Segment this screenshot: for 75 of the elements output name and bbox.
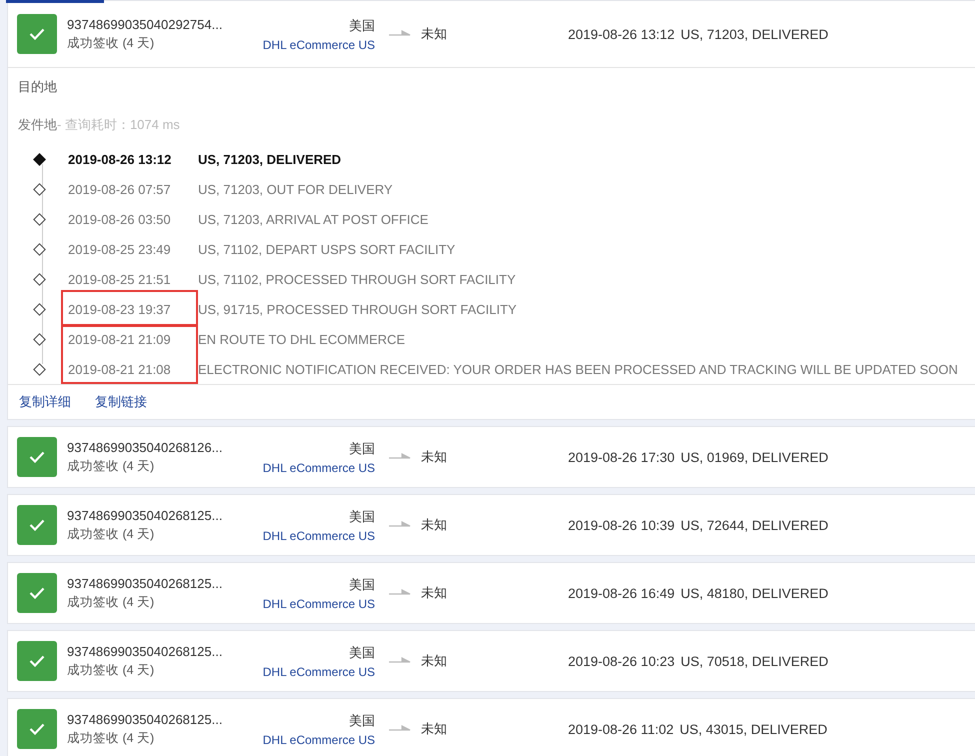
latest-time: 2019-08-26 16:49 — [568, 586, 675, 600]
event-description: US, 71102, DEPART USPS SORT FACILITY — [198, 242, 456, 256]
destination-country: 未知 — [421, 584, 448, 602]
origin-country: 美国 — [349, 508, 375, 526]
status-text: 成功签收 (4 天) — [67, 594, 154, 610]
copy-link[interactable]: 复制详细 — [19, 393, 71, 411]
arrow-icon — [389, 657, 411, 665]
event-description: US, 71203, OUT FOR DELIVERY — [198, 182, 393, 196]
origin-country: 美国 — [349, 644, 375, 662]
destination-country: 未知 — [421, 25, 448, 43]
check-icon — [29, 587, 45, 599]
tracking-number[interactable]: 93748699035040268125... — [67, 712, 222, 726]
tracking-number[interactable]: 93748699035040268125... — [67, 644, 222, 658]
check-icon — [29, 451, 45, 463]
status-text: 成功签收 (4 天) — [67, 662, 154, 678]
event-description: US, 71203, DELIVERED — [198, 152, 342, 166]
tracking-number[interactable]: 93748699035040268125... — [67, 576, 222, 590]
check-icon — [29, 655, 45, 667]
latest-event: US, 48180, DELIVERED — [680, 586, 828, 600]
arrow-icon — [389, 725, 411, 733]
event-time: 2019-08-26 03:50 — [68, 212, 172, 226]
latest-time: 2019-08-26 13:12 — [568, 26, 675, 42]
carrier-name: DHL eCommerce US — [262, 732, 375, 746]
arrow-icon — [389, 30, 411, 38]
tracking-number[interactable]: 93748699035040292754... — [67, 16, 222, 32]
arrow-icon — [389, 521, 411, 529]
latest-event: US, 72644, DELIVERED — [680, 518, 828, 532]
status-text: 成功签收 (4 天) — [67, 526, 154, 542]
event-time: 2019-08-21 21:08 — [68, 362, 172, 376]
destination-country: 未知 — [421, 516, 448, 534]
status-text: 成功签收 (4 天) — [67, 730, 154, 746]
latest-event: US, 70518, DELIVERED — [680, 654, 828, 668]
latest-event: US, 01969, DELIVERED — [680, 450, 828, 464]
latest-event: US, 43015, DELIVERED — [680, 722, 828, 736]
carrier-name: DHL eCommerce US — [262, 38, 375, 52]
query-time: - 查询耗时：1074 ms — [57, 116, 180, 134]
status-text: 成功签收 (4 天) — [67, 34, 154, 52]
check-icon — [29, 28, 45, 40]
event-description: US, 71102, PROCESSED THROUGH SORT FACILITY — [198, 272, 516, 286]
tracking-number[interactable]: 93748699035040268125... — [67, 508, 222, 522]
origin-country: 美国 — [349, 16, 375, 34]
destination-country: 未知 — [421, 720, 448, 738]
carrier-name: DHL eCommerce US — [262, 664, 375, 678]
event-description: US, 91715, PROCESSED THROUGH SORT FACILITY — [198, 302, 517, 316]
destination-country: 未知 — [421, 448, 448, 466]
event-time: 2019-08-26 13:12 — [68, 152, 172, 166]
event-description: EN ROUTE TO DHL ECOMMERCE — [198, 332, 406, 346]
latest-time: 2019-08-26 10:39 — [568, 518, 675, 532]
event-time: 2019-08-26 07:57 — [68, 182, 172, 196]
origin-country: 美国 — [349, 440, 375, 458]
latest-event: US, 71203, DELIVERED — [680, 26, 828, 42]
carrier-name: DHL eCommerce US — [262, 528, 375, 542]
check-icon — [29, 519, 45, 531]
arrow-icon — [389, 453, 411, 461]
origin-label: 发件地 — [18, 116, 57, 134]
event-time: 2019-08-23 19:37 — [68, 302, 172, 316]
latest-time: 2019-08-26 17:30 — [568, 450, 675, 464]
event-description: ELECTRONIC NOTIFICATION RECEIVED: YOUR ORDER HAS BEEN PROCESSED AND TRACKING WILL BE UPDATED SOON — [198, 362, 958, 376]
origin-country: 美国 — [349, 576, 375, 594]
arrow-icon — [389, 589, 411, 597]
origin-country: 美国 — [349, 712, 375, 730]
tracking-number[interactable]: 93748699035040268126... — [67, 440, 222, 454]
event-description: US, 71203, ARRIVAL AT POST OFFICE — [198, 212, 428, 226]
latest-time: 2019-08-26 11:02 — [568, 722, 674, 736]
carrier-name: DHL eCommerce US — [262, 460, 375, 474]
event-time: 2019-08-25 23:49 — [68, 242, 172, 256]
carrier-name: DHL eCommerce US — [262, 596, 375, 610]
destination-country: 未知 — [421, 652, 448, 670]
event-time: 2019-08-21 21:09 — [68, 332, 172, 346]
copy-link[interactable]: 复制链接 — [95, 393, 147, 411]
destination-label: 目的地 — [18, 78, 57, 96]
check-icon — [29, 723, 45, 735]
event-time: 2019-08-25 21:51 — [68, 272, 172, 286]
status-text: 成功签收 (4 天) — [67, 458, 154, 474]
latest-time: 2019-08-26 10:23 — [568, 654, 675, 668]
